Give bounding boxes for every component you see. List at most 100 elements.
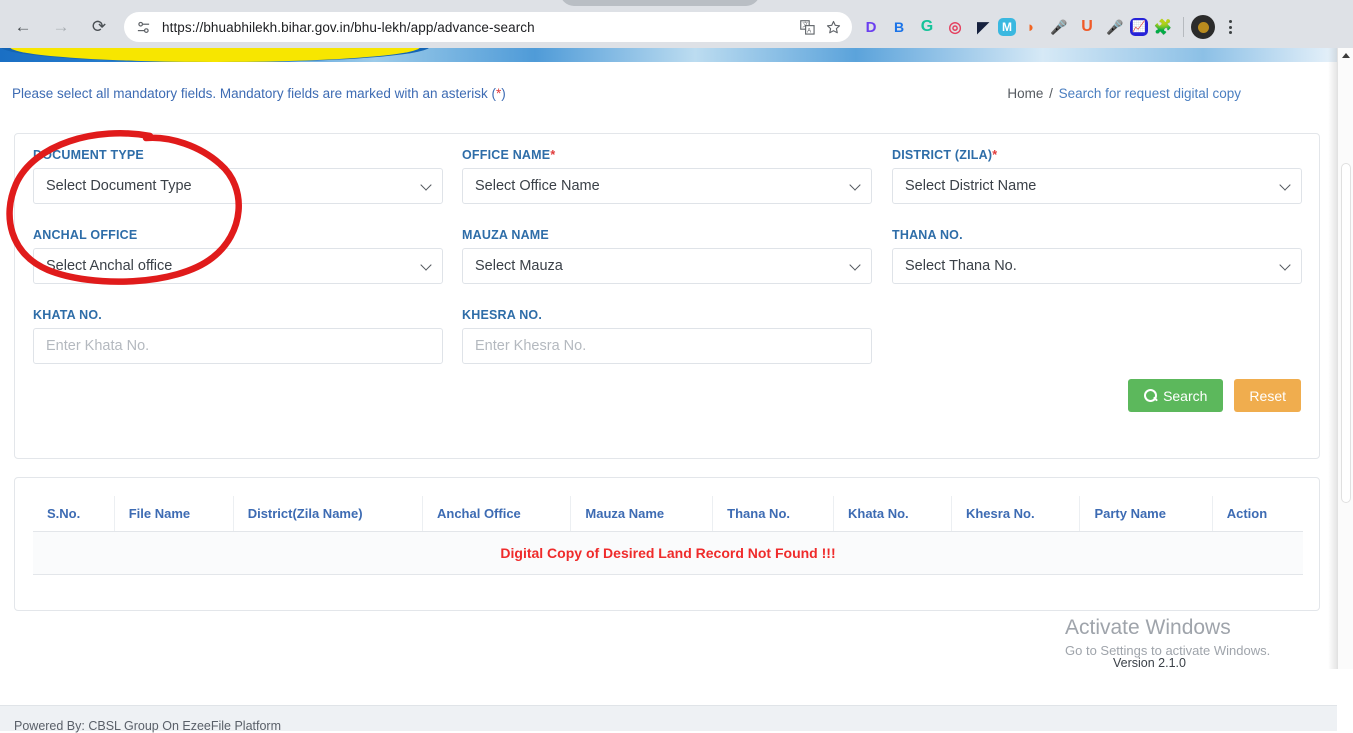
column-header-thana[interactable]: Thana No. bbox=[712, 496, 834, 532]
three-dot-menu-icon[interactable] bbox=[1217, 14, 1243, 40]
reload-button[interactable]: ⟳ bbox=[84, 12, 114, 42]
breadcrumb-home[interactable]: Home bbox=[1007, 86, 1043, 101]
flame-extension-icon[interactable]: ◗ bbox=[1018, 14, 1044, 40]
results-table-head: S.No. File Name District(Zila Name) Anch… bbox=[33, 496, 1303, 532]
powered-by-text: Powered By: CBSL Group On EzeeFile Platf… bbox=[14, 719, 282, 733]
grammar-extension-icon[interactable]: B bbox=[886, 14, 912, 40]
translate-icon[interactable]: 文 A bbox=[794, 14, 820, 40]
label-office-name: OFFICE NAME* bbox=[462, 148, 872, 162]
results-header-row: S.No. File Name District(Zila Name) Anch… bbox=[33, 496, 1303, 532]
label-anchal-office: ANCHAL OFFICE bbox=[33, 228, 443, 242]
content-edge-shadow bbox=[1328, 48, 1337, 669]
notice-row: Please select all mandatory fields. Mand… bbox=[0, 86, 1337, 110]
empty-state-row: Digital Copy of Desired Land Record Not … bbox=[33, 531, 1303, 575]
toolbar-divider bbox=[1183, 17, 1184, 37]
field-district-zila: DISTRICT (ZILA)* Select District Name bbox=[892, 148, 1302, 204]
scrollbar-thumb[interactable] bbox=[1341, 163, 1351, 503]
select-office-name[interactable]: Select Office Name bbox=[462, 168, 872, 204]
site-banner-strip bbox=[0, 48, 1337, 62]
label-thana-no: THANA NO. bbox=[892, 228, 1302, 242]
scrollbar-up-arrow-icon[interactable] bbox=[1338, 48, 1353, 62]
extensions-strip: D B G ◎ ◤ M ◗ 🎤 U 🎤 📈 🧩 bbox=[858, 14, 1176, 40]
column-header-sno[interactable]: S.No. bbox=[33, 496, 115, 532]
version-text: Version 2.1.0 bbox=[1113, 656, 1186, 670]
field-anchal-office: ANCHAL OFFICE Select Anchal office bbox=[33, 228, 443, 284]
form-actions: Search Reset bbox=[1128, 379, 1301, 412]
field-khesra-no: KHESRA NO. bbox=[462, 308, 872, 364]
column-header-party[interactable]: Party Name bbox=[1079, 496, 1213, 532]
forward-button[interactable]: → bbox=[46, 12, 76, 42]
label-khesra-no-text: KHESRA NO. bbox=[462, 308, 543, 322]
mic-red-extension-icon[interactable]: 🎤 bbox=[1046, 14, 1072, 40]
search-button[interactable]: Search bbox=[1128, 379, 1224, 412]
results-card: S.No. File Name District(Zila Name) Anch… bbox=[14, 477, 1320, 611]
select-wrap-mauza-name: Select Mauza bbox=[462, 248, 872, 284]
field-office-name: OFFICE NAME* Select Office Name bbox=[462, 148, 872, 204]
column-header-khesra[interactable]: Khesra No. bbox=[951, 496, 1081, 532]
select-wrap-office-name: Select Office Name bbox=[462, 168, 872, 204]
field-mauza-name: MAUZA NAME Select Mauza bbox=[462, 228, 872, 284]
breadcrumb-current[interactable]: Search for request digital copy bbox=[1059, 86, 1241, 101]
column-header-mauza[interactable]: Mauza Name bbox=[570, 496, 714, 532]
results-table-body: Digital Copy of Desired Land Record Not … bbox=[33, 531, 1303, 575]
label-document-type: DOCUMENT TYPE bbox=[33, 148, 443, 162]
select-wrap-document-type: Select Document Type bbox=[33, 168, 443, 204]
label-khata-no: KHATA NO. bbox=[33, 308, 443, 322]
select-document-type[interactable]: Select Document Type bbox=[33, 168, 443, 204]
mega-extension-icon[interactable]: M bbox=[998, 18, 1016, 36]
label-document-type-text: DOCUMENT TYPE bbox=[33, 148, 144, 162]
column-header-district[interactable]: District(Zila Name) bbox=[233, 496, 423, 532]
reset-button[interactable]: Reset bbox=[1234, 379, 1301, 412]
results-table: S.No. File Name District(Zila Name) Anch… bbox=[33, 496, 1303, 575]
mic-gray-extension-icon[interactable]: 🎤 bbox=[1102, 14, 1128, 40]
column-header-anchal[interactable]: Anchal Office bbox=[422, 496, 572, 532]
select-mauza-name[interactable]: Select Mauza bbox=[462, 248, 872, 284]
reset-button-label: Reset bbox=[1249, 387, 1286, 404]
select-district-zila[interactable]: Select District Name bbox=[892, 168, 1302, 204]
input-khesra-no[interactable] bbox=[462, 328, 872, 364]
label-anchal-office-text: ANCHAL OFFICE bbox=[33, 228, 138, 242]
d-extension-icon[interactable]: D bbox=[858, 14, 884, 40]
breadcrumb: Home / Search for request digital copy bbox=[1007, 86, 1241, 101]
mandatory-note-text: Please select all mandatory fields. Mand… bbox=[12, 86, 496, 101]
label-district-zila-text: DISTRICT (ZILA) bbox=[892, 148, 993, 162]
label-mauza-name: MAUZA NAME bbox=[462, 228, 872, 242]
required-asterisk-office-name: * bbox=[550, 148, 556, 162]
vertical-scrollbar[interactable] bbox=[1337, 48, 1353, 669]
field-khata-no: KHATA NO. bbox=[33, 308, 443, 364]
input-khata-no[interactable] bbox=[33, 328, 443, 364]
dark-reader-extension-icon[interactable]: ◤ bbox=[970, 14, 996, 40]
browser-chrome: ← → ⟳ https://bhuabhilekh.bihar.gov.in/b… bbox=[0, 0, 1353, 48]
field-thana-no: THANA NO. Select Thana No. bbox=[892, 228, 1302, 284]
address-bar[interactable]: https://bhuabhilekh.bihar.gov.in/bhu-lek… bbox=[124, 12, 852, 42]
u-extension-icon[interactable]: U bbox=[1074, 14, 1100, 40]
browser-toolbar: ← → ⟳ https://bhuabhilekh.bihar.gov.in/b… bbox=[0, 6, 1353, 48]
search-form-card: DOCUMENT TYPE Select Document Type OFFIC… bbox=[14, 133, 1320, 459]
breadcrumb-separator: / bbox=[1049, 86, 1053, 101]
label-khata-no-text: KHATA NO. bbox=[33, 308, 102, 322]
profile-avatar[interactable] bbox=[1191, 15, 1215, 39]
bookmark-star-icon[interactable] bbox=[820, 14, 846, 40]
grammarly-extension-icon[interactable]: G bbox=[914, 14, 940, 40]
url-text[interactable]: https://bhuabhilekh.bihar.gov.in/bhu-lek… bbox=[162, 20, 794, 35]
select-wrap-thana-no: Select Thana No. bbox=[892, 248, 1302, 284]
select-wrap-district-zila: Select District Name bbox=[892, 168, 1302, 204]
column-header-file-name[interactable]: File Name bbox=[114, 496, 234, 532]
column-header-khata[interactable]: Khata No. bbox=[833, 496, 952, 532]
select-thana-no[interactable]: Select Thana No. bbox=[892, 248, 1302, 284]
label-mauza-name-text: MAUZA NAME bbox=[462, 228, 549, 242]
label-office-name-text: OFFICE NAME bbox=[462, 148, 551, 162]
mandatory-fields-note: Please select all mandatory fields. Mand… bbox=[12, 86, 506, 101]
select-anchal-office[interactable]: Select Anchal office bbox=[33, 248, 443, 284]
site-settings-icon[interactable] bbox=[132, 16, 154, 38]
instagram-extension-icon[interactable]: ◎ bbox=[942, 14, 968, 40]
page-footer: Powered By: CBSL Group On EzeeFile Platf… bbox=[0, 705, 1337, 733]
page-content: Please select all mandatory fields. Mand… bbox=[0, 62, 1337, 733]
banner-yellow-arc bbox=[10, 48, 420, 62]
puzzle-extensions-icon[interactable]: 🧩 bbox=[1150, 14, 1176, 40]
analytics-extension-icon[interactable]: 📈 bbox=[1130, 18, 1148, 36]
back-button[interactable]: ← bbox=[8, 12, 38, 42]
column-header-action[interactable]: Action bbox=[1212, 496, 1303, 532]
svg-text:A: A bbox=[807, 28, 811, 34]
empty-state-message: Digital Copy of Desired Land Record Not … bbox=[33, 531, 1303, 575]
